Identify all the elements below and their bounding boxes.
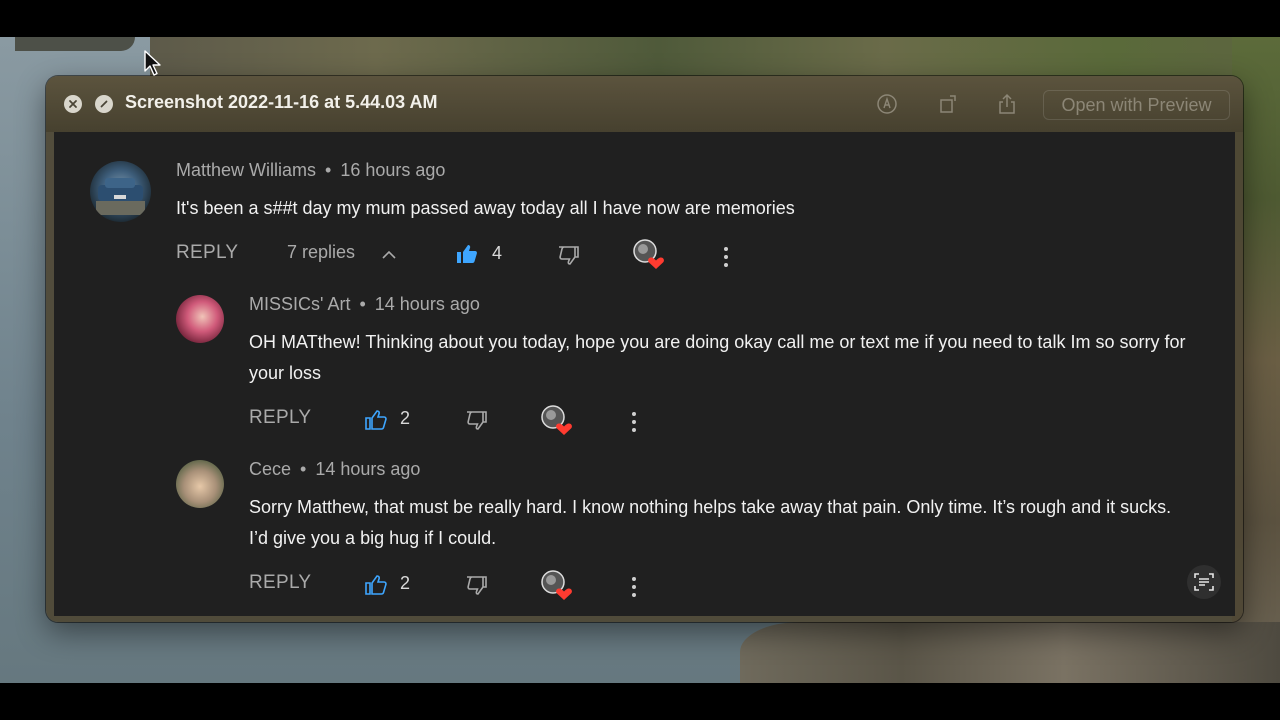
like-count: 2 xyxy=(400,408,411,428)
comment-time[interactable]: 14 hours ago xyxy=(375,294,480,314)
more-options-icon[interactable] xyxy=(631,576,637,598)
like-count: 2 xyxy=(400,573,411,593)
dislike-icon[interactable] xyxy=(464,574,488,598)
comment-actions: REPLY 2 xyxy=(249,569,669,602)
avatar[interactable] xyxy=(176,295,224,343)
reply-button[interactable]: REPLY xyxy=(176,242,238,264)
dislike-icon[interactable] xyxy=(464,409,488,433)
mouse-cursor-icon xyxy=(144,50,161,76)
rotate-button[interactable] xyxy=(937,93,959,115)
share-button[interactable] xyxy=(996,93,1018,115)
separator-dot: • xyxy=(359,294,366,314)
comment-meta: Cece • 14 hours ago xyxy=(249,459,420,480)
like-count: 4 xyxy=(492,243,503,263)
creator-heart xyxy=(540,569,572,601)
comment-meta: MISSICs' Art • 14 hours ago xyxy=(249,294,480,315)
comment-text: It's been a s##t day my mum passed away … xyxy=(176,198,795,218)
close-icon xyxy=(69,100,77,108)
comment-actions: REPLY 7 replies 4 xyxy=(176,239,776,272)
fullscreen-button[interactable] xyxy=(95,95,113,113)
quicklook-window: Screenshot 2022-11-16 at 5.44.03 AM Open… xyxy=(46,76,1243,622)
rotate-icon xyxy=(940,95,956,113)
comment-actions: REPLY 2 xyxy=(249,404,669,437)
separator-dot: • xyxy=(325,160,332,180)
share-icon xyxy=(999,93,1015,114)
dislike-icon[interactable] xyxy=(556,244,580,268)
creator-heart xyxy=(540,404,572,436)
creator-heart xyxy=(632,238,664,270)
more-options-icon[interactable] xyxy=(723,246,729,268)
heart-icon xyxy=(541,405,572,435)
window-title: Screenshot 2022-11-16 at 5.44.03 AM xyxy=(125,92,438,112)
letterbox-bottom xyxy=(0,683,1280,720)
text-scan-icon xyxy=(1194,573,1214,591)
like-icon[interactable] xyxy=(364,408,388,432)
heart-icon xyxy=(633,239,664,269)
comment-author[interactable]: Matthew Williams xyxy=(176,160,316,180)
more-options-icon[interactable] xyxy=(631,411,637,433)
comment-time[interactable]: 14 hours ago xyxy=(315,459,420,479)
view-replies-button[interactable]: 7 replies xyxy=(287,242,355,263)
markup-icon xyxy=(877,94,897,114)
heart-icon xyxy=(541,570,572,600)
comment-text: Sorry Matthew, that must be really hard.… xyxy=(249,497,1172,548)
open-with-preview-button[interactable]: Open with Preview xyxy=(1043,90,1230,120)
letterbox-top xyxy=(0,0,1280,37)
like-icon[interactable] xyxy=(455,242,479,266)
comment-text: OH MATthew! Thinking about you today, ho… xyxy=(249,332,1186,383)
avatar[interactable] xyxy=(90,161,151,222)
wallpaper-rock-left xyxy=(15,37,135,51)
separator-dot: • xyxy=(300,459,307,479)
car-image xyxy=(96,178,145,215)
reply-button[interactable]: REPLY xyxy=(249,407,311,429)
comment-meta: Matthew Williams • 16 hours ago xyxy=(176,160,445,181)
avatar[interactable] xyxy=(176,460,224,508)
comment-time[interactable]: 16 hours ago xyxy=(340,160,445,180)
comment-author[interactable]: MISSICs' Art xyxy=(249,294,350,314)
like-icon[interactable] xyxy=(364,573,388,597)
close-button[interactable] xyxy=(64,95,82,113)
reply-button[interactable]: REPLY xyxy=(249,572,311,594)
markup-button[interactable] xyxy=(876,93,898,115)
chevron-up-icon[interactable] xyxy=(380,246,398,264)
wallpaper-rocks xyxy=(740,622,1280,683)
window-titlebar: Screenshot 2022-11-16 at 5.44.03 AM Open… xyxy=(46,76,1243,132)
slash-icon xyxy=(100,100,108,108)
screenshot-content: Matthew Williams • 16 hours ago It's been … xyxy=(54,132,1235,616)
comment-author[interactable]: Cece xyxy=(249,459,291,479)
live-text-button[interactable] xyxy=(1187,565,1221,599)
